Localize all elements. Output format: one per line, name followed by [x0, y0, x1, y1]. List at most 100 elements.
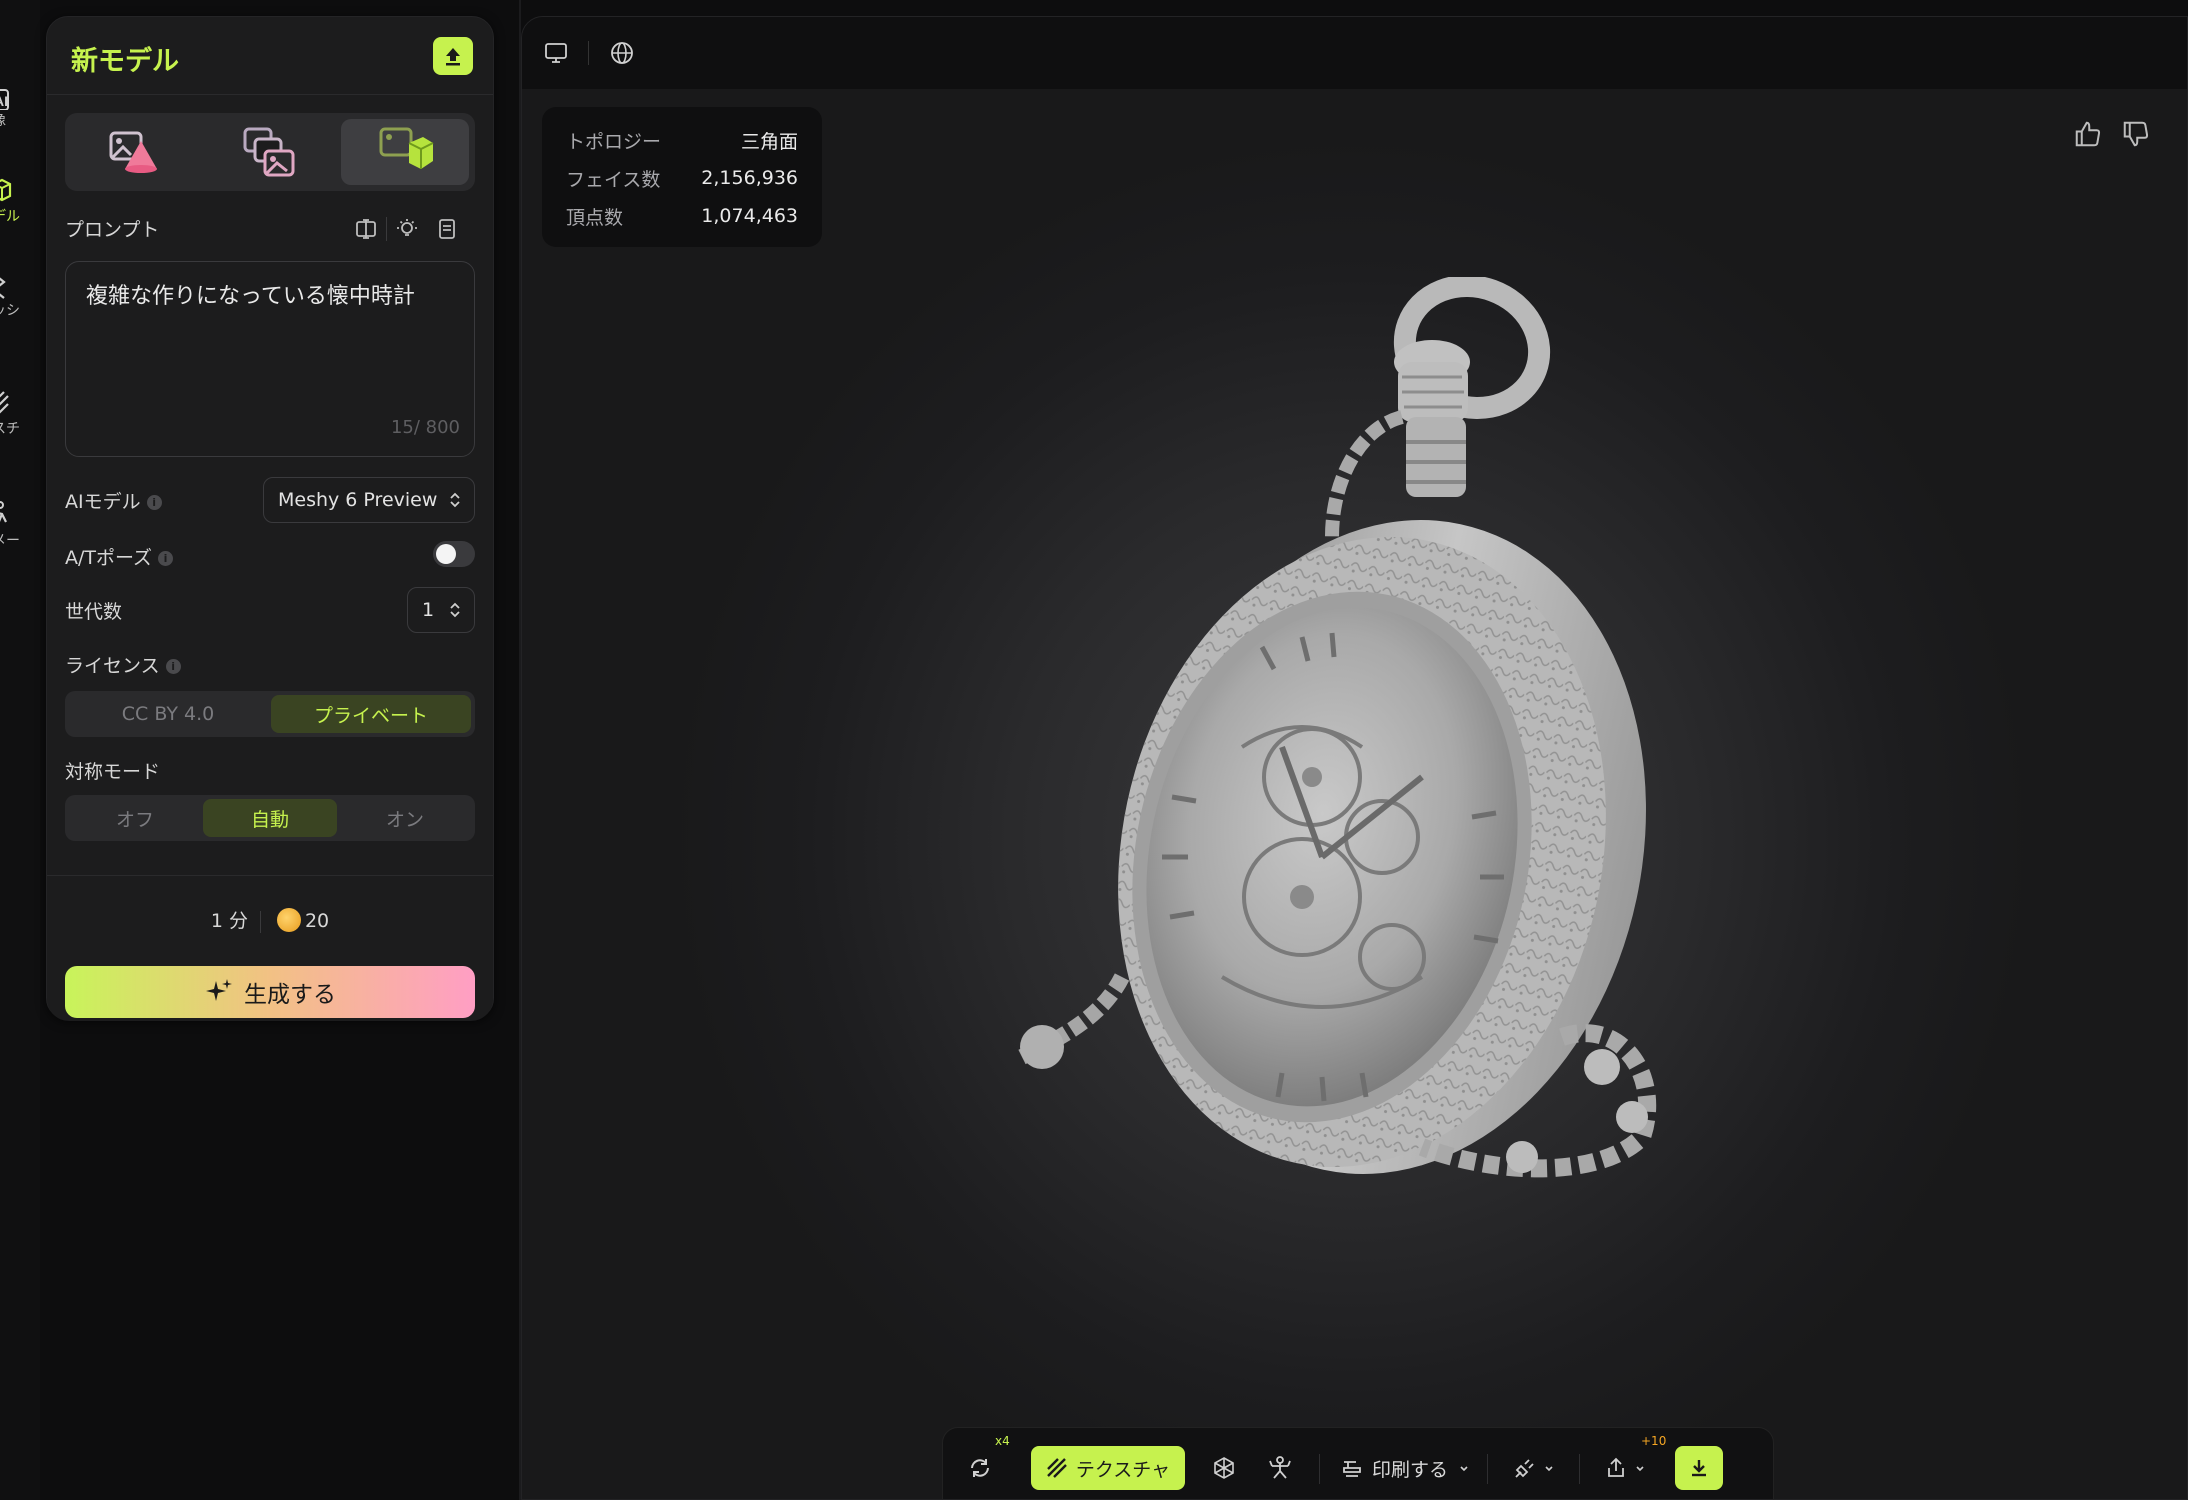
thumbs-down-icon[interactable]	[2121, 119, 2151, 149]
symmetry-option-on[interactable]: オン	[339, 799, 471, 837]
rail-item-animation[interactable]: メー	[0, 500, 40, 552]
rail-item-ai-image[interactable]: AI 像	[0, 80, 40, 132]
prompt-char-count: 15/ 800	[390, 417, 460, 438]
generation-mode-group	[65, 113, 475, 191]
download-icon	[1692, 1460, 1706, 1477]
toolbar-separator	[1579, 1454, 1580, 1484]
text-to-3d-icon	[109, 131, 157, 173]
license-row: ライセンス i	[65, 651, 181, 678]
viewport-bottom-toolbar: x4 テクスチャ 印刷する +10	[942, 1427, 1774, 1499]
estimated-time: 1 分	[210, 910, 248, 932]
rail-item-mesh[interactable]: ッシ	[0, 270, 40, 322]
info-icon[interactable]: i	[146, 495, 162, 510]
lightbulb-icon	[397, 219, 417, 236]
texture-button[interactable]: テクスチャ	[1031, 1446, 1185, 1490]
globe-icon	[611, 42, 633, 64]
ai-model-row: AIモデル i	[65, 487, 162, 514]
prompt-text[interactable]: 複雑な作りになっている懐中時計	[86, 278, 415, 310]
at-pose-label: A/Tポーズ	[65, 547, 153, 569]
mesh-icon	[0, 277, 6, 299]
chevron-updown-icon	[450, 602, 460, 618]
printer-icon	[1343, 1461, 1361, 1477]
info-icon[interactable]: i	[158, 551, 174, 566]
document-icon	[439, 219, 455, 239]
license-label: ライセンス	[65, 655, 160, 677]
stat-vertices: 頂点数 1,074,463	[566, 197, 798, 235]
rail-item-model[interactable]: デル	[0, 176, 40, 228]
environment-button[interactable]	[602, 35, 642, 71]
multi-image-icon	[243, 127, 295, 177]
toggle-knob	[436, 544, 456, 564]
prompt-idea-button[interactable]	[387, 213, 427, 245]
thumbs-up-icon[interactable]	[2073, 119, 2103, 149]
info-icon[interactable]: i	[165, 659, 181, 674]
app-root: AI 像 デル ッシ スチ メー 新モデル	[0, 0, 2188, 1500]
prompt-library-button[interactable]	[427, 213, 467, 245]
mode-image-to-3d-button[interactable]	[205, 119, 333, 185]
3d-viewport[interactable]: トポロジー 三角面 フェイス数 2,156,936 頂点数 1,074,463	[521, 16, 2188, 1500]
viewport-top-toolbar	[522, 17, 2187, 89]
symmetry-label: 対称モード	[65, 761, 161, 783]
license-option-cc[interactable]: CC BY 4.0	[69, 695, 267, 733]
pocket-watch-model[interactable]	[1002, 277, 1682, 1257]
display-mode-button[interactable]	[536, 35, 576, 71]
animate-button[interactable]	[1255, 1446, 1305, 1490]
stat-label: 頂点数	[566, 206, 624, 229]
panel-title: 新モデル	[71, 46, 179, 77]
upload-button[interactable]	[433, 37, 473, 75]
monitor-icon	[545, 43, 567, 63]
image-to-cube-icon	[379, 127, 434, 169]
rig-button[interactable]	[1199, 1446, 1249, 1490]
generations-label: 世代数	[65, 601, 123, 623]
texture-icon	[1047, 1458, 1067, 1478]
stat-value: 2,156,936	[701, 167, 798, 189]
stat-value: 三角面	[740, 130, 798, 153]
print-button[interactable]: 印刷する	[1335, 1446, 1475, 1490]
upload-icon	[446, 48, 460, 66]
at-pose-toggle[interactable]	[433, 541, 475, 567]
plugin-button[interactable]	[1503, 1446, 1565, 1490]
symmetry-option-auto[interactable]: 自動	[203, 799, 337, 837]
stat-label: トポロジー	[566, 130, 662, 153]
rail-item-texture[interactable]: スチ	[0, 388, 40, 440]
license-option-private[interactable]: プライベート	[271, 695, 471, 733]
stat-label: フェイス数	[566, 168, 661, 191]
generate-button[interactable]: 生成する	[65, 966, 475, 1018]
svg-text:AI: AI	[0, 93, 8, 109]
generate-label: 生成する	[244, 982, 336, 1008]
prompt-label: プロンプト	[65, 219, 160, 241]
skeleton-icon	[1269, 1456, 1291, 1479]
plug-icon	[1515, 1459, 1534, 1478]
share-button[interactable]	[1597, 1446, 1653, 1490]
ai-model-select[interactable]: Meshy 6 Preview	[263, 477, 475, 523]
symmetry-segmented: オフ 自動 オン	[65, 795, 475, 841]
ai-image-icon: AI	[0, 89, 9, 110]
rail-item-label: 像	[0, 110, 40, 132]
texture-icon	[0, 391, 9, 414]
rail-item-label: ッシ	[0, 303, 20, 319]
license-segmented: CC BY 4.0 プライベート	[65, 691, 475, 737]
model-cube-icon	[0, 178, 12, 202]
mode-multi-image-to-3d-button[interactable]	[341, 119, 469, 185]
generations-stepper[interactable]: 1	[407, 587, 475, 633]
chevron-down-icon	[1545, 1466, 1553, 1472]
prompt-input[interactable]: 複雑な作りになっている懐中時計 15/ 800	[65, 261, 475, 457]
remesh-button[interactable]	[957, 1446, 1003, 1490]
rail-item-label: スチ	[0, 421, 20, 437]
prompt-format-button[interactable]	[346, 213, 386, 245]
prompt-tools	[346, 213, 467, 245]
chevron-down-icon	[1460, 1466, 1468, 1472]
feedback-buttons	[2073, 119, 2151, 149]
refresh-icon	[971, 1459, 989, 1477]
credit-cost: 20	[304, 910, 330, 932]
credit-coin-icon	[276, 907, 301, 932]
rail-item-label: デル	[0, 209, 20, 225]
text-cursor-icon	[356, 219, 376, 239]
mode-text-to-3d-button[interactable]	[71, 119, 199, 185]
at-pose-row: A/Tポーズ i	[65, 543, 174, 570]
download-button[interactable]	[1675, 1446, 1723, 1490]
panel-footer: 1 分 20 生成する	[47, 875, 493, 1021]
time-cost-info: 1 分 20	[47, 906, 493, 934]
symmetry-option-off[interactable]: オフ	[69, 799, 201, 837]
share-icon	[1608, 1457, 1624, 1477]
